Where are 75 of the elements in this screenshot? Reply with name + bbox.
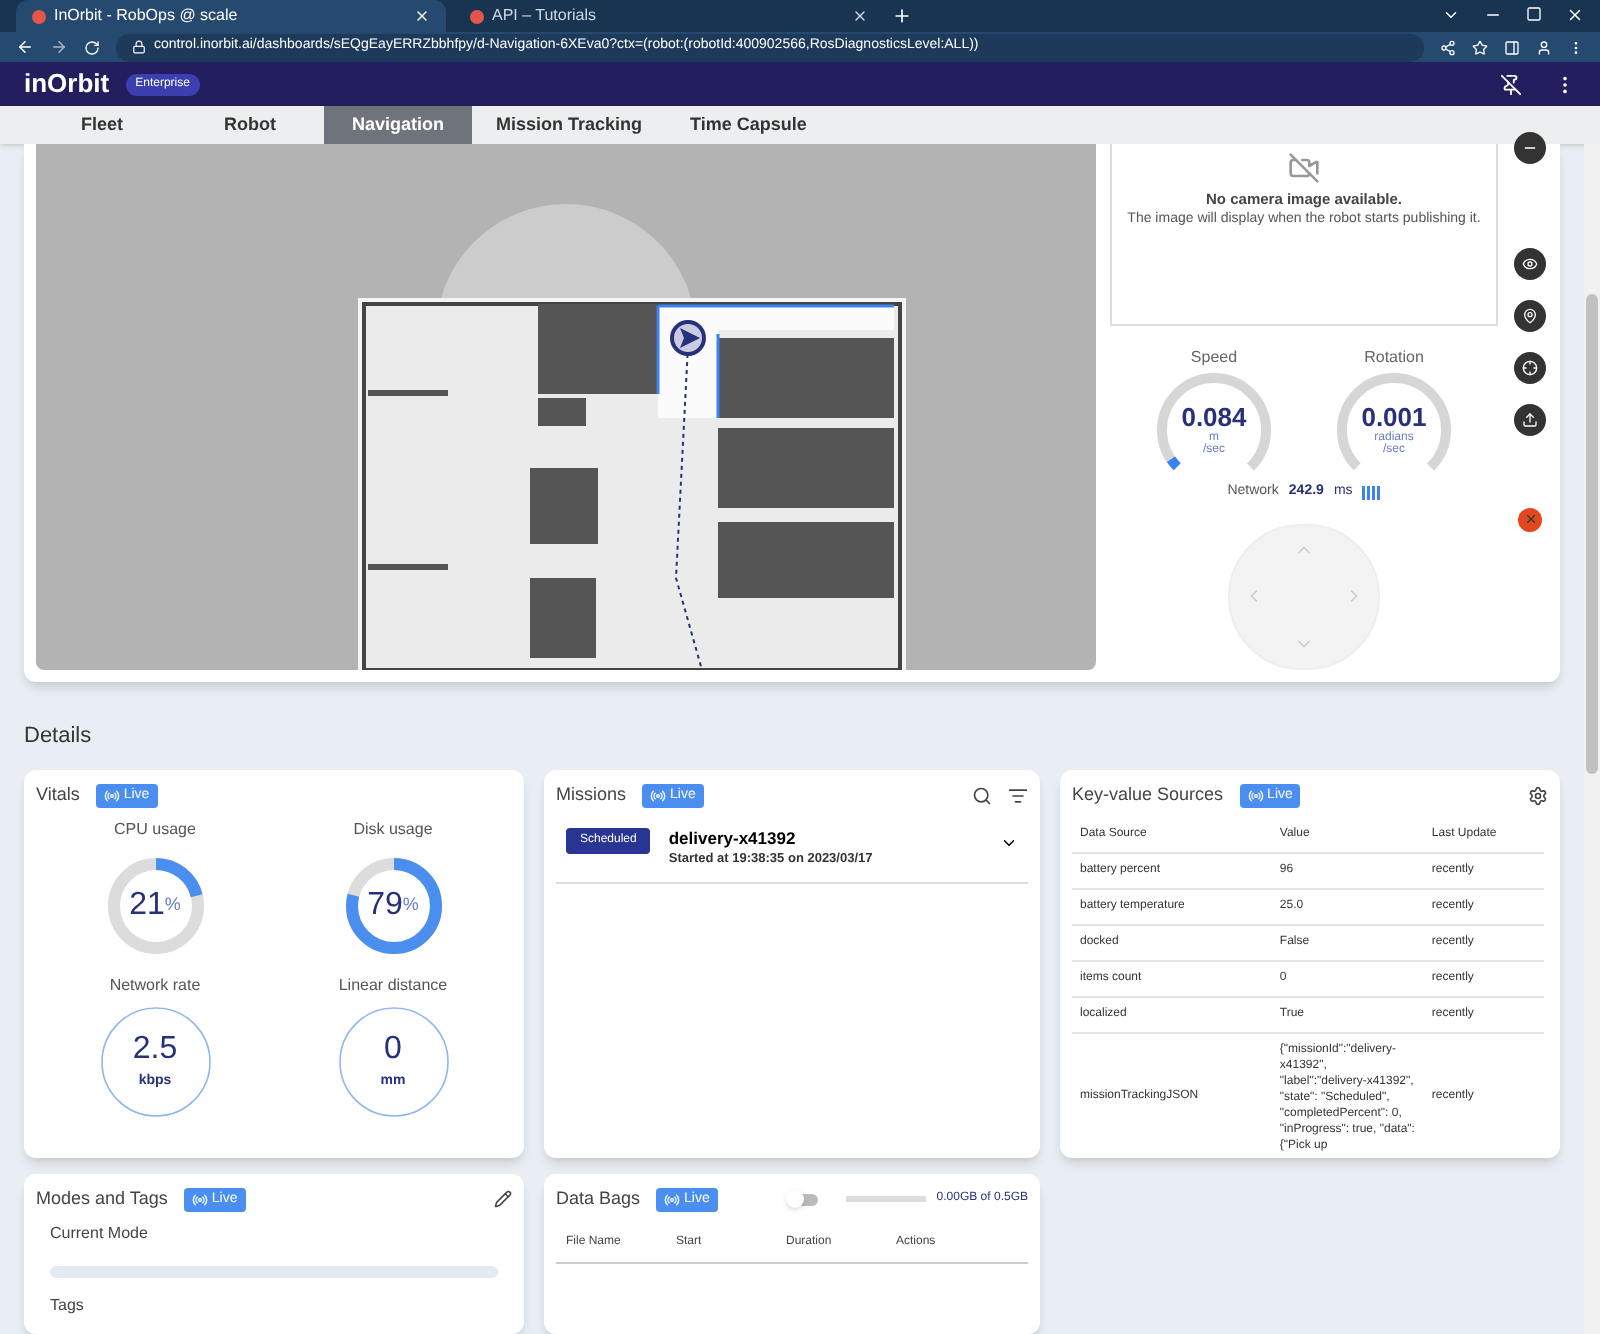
gauge-value: 0.084	[1181, 404, 1247, 431]
pin-off-icon[interactable]	[1500, 73, 1522, 96]
share-icon[interactable]	[1440, 39, 1456, 56]
card-title: Key-value Sources	[1072, 782, 1224, 808]
upload-icon	[1522, 411, 1538, 427]
vital-unit: %	[402, 891, 419, 918]
close-icon[interactable]	[852, 8, 868, 24]
tags-label: Tags	[50, 1293, 86, 1317]
eye-button[interactable]	[1514, 247, 1546, 279]
vital-label: Linear distance	[338, 973, 448, 997]
circle-outline-drawing	[99, 1005, 211, 1117]
lock-icon	[132, 40, 146, 55]
maximize-icon[interactable]	[1526, 6, 1542, 22]
search-icon[interactable]	[972, 785, 992, 806]
forward-icon[interactable]	[50, 38, 68, 57]
signal-bars-icon	[1362, 486, 1381, 501]
crosshair-icon	[1522, 359, 1538, 375]
card-title: Missions	[556, 782, 627, 808]
close-icon	[1523, 512, 1537, 526]
gauge-label: Speed	[1190, 346, 1238, 371]
reload-icon[interactable]	[84, 39, 100, 56]
mission-name: delivery-x41392	[668, 825, 798, 851]
vital-label: Disk usage	[353, 817, 433, 841]
vital-value: 21	[129, 885, 165, 925]
upload-button[interactable]	[1514, 403, 1546, 435]
gauge-label: Rotation	[1364, 346, 1424, 371]
nav-tab[interactable]: Fleet	[28, 106, 176, 143]
nav-tab[interactable]: Mission Tracking	[472, 106, 667, 143]
vital-value: 2.5	[132, 1034, 178, 1066]
card-title: Vitals	[36, 782, 80, 808]
circle-outline-drawing	[337, 1005, 449, 1117]
current-mode-label: Current Mode	[50, 1221, 150, 1245]
vital-value: 0	[384, 1034, 402, 1066]
map-pin-icon	[1522, 307, 1538, 323]
vital-label: Network rate	[109, 973, 201, 997]
broadcast-icon	[664, 1191, 681, 1208]
pin-button[interactable]	[1514, 299, 1546, 331]
favicon-icon	[470, 9, 484, 23]
vital-label: CPU usage	[114, 817, 196, 841]
browser-tab[interactable]: InOrbit - RobOps @ scale	[16, 0, 446, 32]
side-panel-icon[interactable]	[1504, 39, 1520, 56]
tab-title: API – Tutorials	[492, 4, 599, 28]
nav-tab[interactable]: Time Capsule	[666, 106, 831, 143]
profile-icon[interactable]	[1536, 39, 1552, 56]
settings-icon[interactable]	[1528, 785, 1548, 806]
broadcast-icon	[103, 787, 120, 804]
star-icon[interactable]	[1472, 39, 1488, 56]
scrollbar[interactable]	[1584, 143, 1600, 1334]
broadcast-icon	[191, 1191, 208, 1208]
edit-icon[interactable]	[494, 1190, 512, 1209]
logo: inOrbit	[24, 66, 110, 103]
tab-title: InOrbit - RobOps @ scale	[54, 4, 240, 28]
eye-icon	[1522, 255, 1538, 271]
recording-toggle[interactable]	[790, 1193, 819, 1206]
card-title: Data Bags	[556, 1186, 641, 1212]
new-tab-icon[interactable]	[892, 6, 912, 26]
storage-bar	[846, 1196, 927, 1203]
broadcast-icon	[650, 787, 667, 804]
back-icon[interactable]	[16, 38, 34, 57]
map-viewport[interactable]	[36, 143, 1096, 669]
vital-unit: %	[164, 891, 181, 918]
nav-tab[interactable]: Robot	[176, 106, 324, 143]
card-title: Modes and Tags	[36, 1186, 168, 1212]
tab-list-icon[interactable]	[1442, 6, 1460, 24]
browser-tab[interactable]: API – Tutorials	[454, 0, 884, 32]
broadcast-icon	[1247, 787, 1264, 804]
vital-value: 79	[367, 885, 403, 925]
favicon-icon	[32, 9, 46, 23]
crosshair-button[interactable]	[1514, 351, 1546, 383]
gauge-value: 0.001	[1361, 404, 1427, 431]
section-title: Details	[24, 721, 94, 751]
stop-button[interactable]	[1518, 507, 1542, 531]
filter-icon[interactable]	[1008, 785, 1028, 806]
nav-tab[interactable]: Navigation	[324, 106, 472, 143]
camera-off-icon	[1288, 151, 1320, 183]
